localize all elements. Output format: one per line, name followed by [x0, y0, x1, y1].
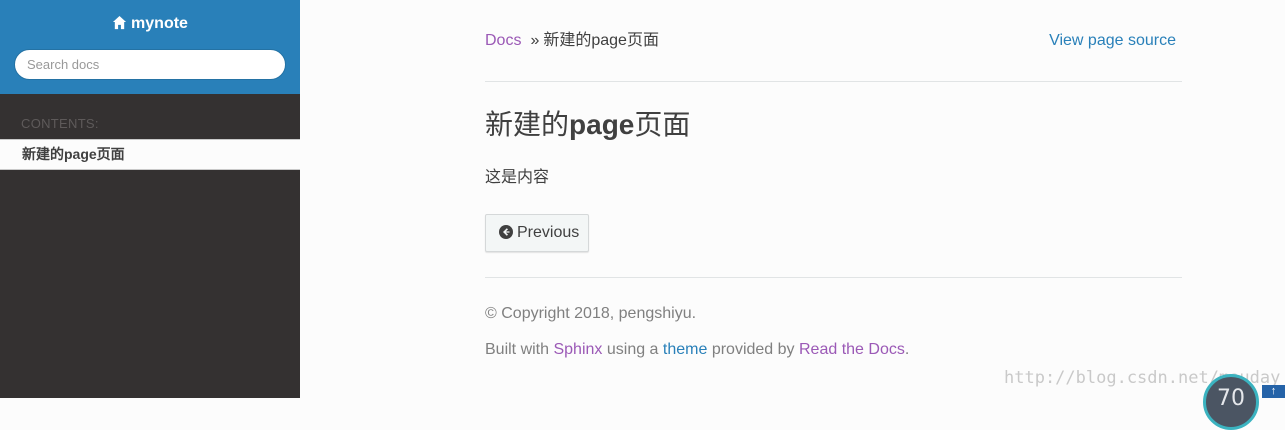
sidebar-header: mynote Search docs: [0, 0, 300, 94]
contents-caption: CONTENTS:: [21, 116, 99, 131]
sidebar: mynote Search docs CONTENTS: 新建的page页面: [0, 0, 300, 398]
brand-name: mynote: [131, 15, 188, 32]
built-with-text: Built with Sphinx using a theme provided…: [485, 340, 909, 360]
sphinx-link[interactable]: Sphinx: [553, 341, 602, 358]
title-bold: page: [569, 109, 635, 140]
copyright-text: © Copyright 2018, pengshiyu.: [485, 305, 697, 322]
breadcrumb: Docs » 新建的page页面: [485, 31, 659, 51]
arrow-circle-left-icon: [499, 225, 513, 239]
home-icon: [112, 15, 127, 30]
view-page-source-link[interactable]: View page source: [1049, 31, 1176, 51]
breadcrumb-docs-link[interactable]: Docs: [485, 32, 521, 49]
provided-by-label: provided by: [711, 341, 795, 358]
previous-button[interactable]: Previous: [485, 214, 589, 252]
previous-label: Previous: [517, 224, 580, 241]
sidebar-item-current-page[interactable]: 新建的page页面: [0, 139, 300, 170]
footer-period: .: [904, 341, 910, 358]
built-with-label: Built with: [485, 341, 550, 358]
read-the-docs-link[interactable]: Read the Docs: [799, 341, 905, 358]
search-input[interactable]: Search docs: [14, 49, 286, 80]
brand-link[interactable]: mynote: [0, 14, 300, 34]
page-title: 新建的page页面: [485, 107, 690, 143]
header-divider: [485, 81, 1182, 82]
theme-link[interactable]: theme: [663, 341, 707, 358]
title-suffix: 页面: [634, 109, 691, 140]
title-prefix: 新建的: [485, 109, 570, 140]
breadcrumb-current: 新建的page页面: [543, 32, 659, 49]
up-arrow-icon[interactable]: ↑: [1262, 385, 1285, 398]
speed-widget[interactable]: 70: [1203, 374, 1259, 430]
footer-divider: [485, 277, 1182, 278]
page-body-text: 这是内容: [485, 169, 550, 186]
breadcrumb-separator: »: [530, 32, 540, 49]
using-a-label: using a: [606, 341, 659, 358]
